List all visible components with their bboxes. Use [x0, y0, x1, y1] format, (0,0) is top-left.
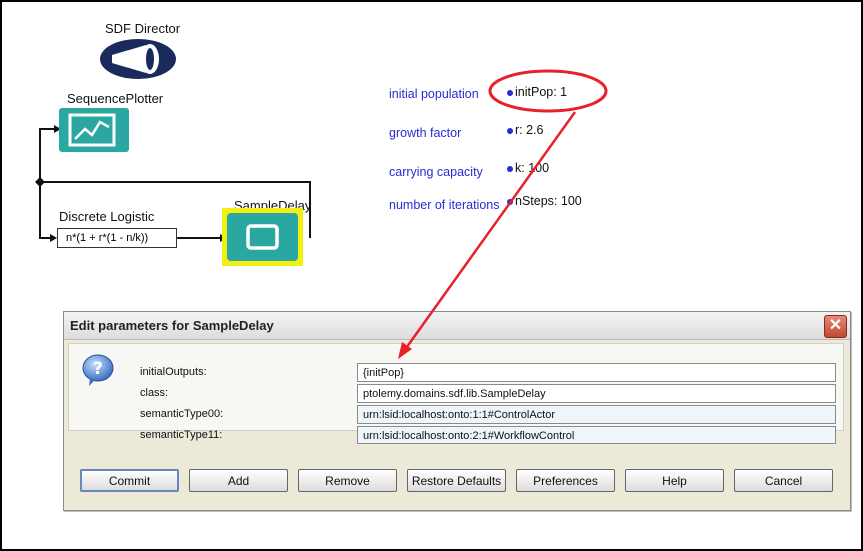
semantic-type-00-field[interactable]: urn:lsid:localhost:onto:1:1#ControlActor	[357, 405, 836, 424]
sampledelay-icon	[227, 213, 298, 261]
initial-outputs-field[interactable]: {initPop}	[357, 363, 836, 382]
field-label-initial-outputs: initialOutputs:	[140, 366, 207, 378]
param-dot-icon	[507, 127, 513, 134]
question-icon: ?	[82, 354, 114, 386]
cancel-button[interactable]: Cancel	[734, 469, 833, 492]
field-label-semantic-type-00: semanticType00:	[140, 408, 224, 420]
param-value: k: 100	[515, 161, 550, 175]
plotter-label: SequencePlotter	[67, 91, 164, 106]
director-megaphone-icon[interactable]	[98, 37, 178, 81]
field-label-semantic-type-11: semanticType11:	[140, 429, 223, 441]
class-field[interactable]: ptolemy.domains.sdf.lib.SampleDelay	[357, 384, 836, 403]
dialog-title: Edit parameters for SampleDelay	[70, 318, 274, 333]
param-initpop[interactable]: initPop: 1	[507, 85, 567, 99]
add-button[interactable]: Add	[189, 469, 288, 492]
preferences-button[interactable]: Preferences	[516, 469, 615, 492]
svg-text:?: ?	[93, 359, 103, 379]
plotter-icon[interactable]	[59, 108, 129, 152]
edit-parameters-dialog: Edit parameters for SampleDelay ✕ ? init…	[63, 311, 851, 511]
param-value: initPop: 1	[515, 85, 568, 99]
param-label-carrying-capacity: carrying capacity	[389, 165, 483, 179]
param-value: nSteps: 100	[515, 194, 582, 208]
remove-button[interactable]: Remove	[298, 469, 397, 492]
close-icon[interactable]: ✕	[824, 315, 847, 338]
param-r[interactable]: r: 2.6	[507, 123, 544, 137]
dialog-title-bar[interactable]: Edit parameters for SampleDelay ✕	[64, 312, 850, 340]
dialog-fields-panel: ? initialOutputs: {initPop} class: ptole…	[68, 343, 844, 444]
param-value: r: 2.6	[515, 123, 544, 137]
semantic-type-11-field[interactable]: urn:lsid:localhost:onto:2:1#WorkflowCont…	[357, 426, 836, 444]
sampledelay-highlight[interactable]	[222, 208, 303, 266]
field-label-class: class:	[140, 387, 169, 399]
param-label-growth-factor: growth factor	[389, 126, 462, 140]
logistic-expression-actor[interactable]: n*(1 + r*(1 - n/k))	[57, 228, 177, 248]
director-label: SDF Director	[105, 21, 181, 36]
help-button[interactable]: Help	[625, 469, 724, 492]
param-label-number-of-iterations: number of iterations	[389, 198, 500, 212]
param-dot-icon	[507, 198, 513, 205]
restore-defaults-button[interactable]: Restore Defaults	[407, 469, 506, 492]
param-nsteps[interactable]: nSteps: 100	[507, 194, 582, 208]
param-dot-icon	[507, 89, 513, 96]
param-label-initial-population: initial population	[389, 87, 479, 101]
logistic-label: Discrete Logistic	[59, 209, 155, 224]
param-k[interactable]: k: 100	[507, 161, 549, 175]
param-dot-icon	[507, 165, 513, 172]
commit-button[interactable]: Commit	[80, 469, 179, 492]
screenshot-frame: SDF Director SequencePlotter Discrete Lo…	[0, 0, 863, 551]
